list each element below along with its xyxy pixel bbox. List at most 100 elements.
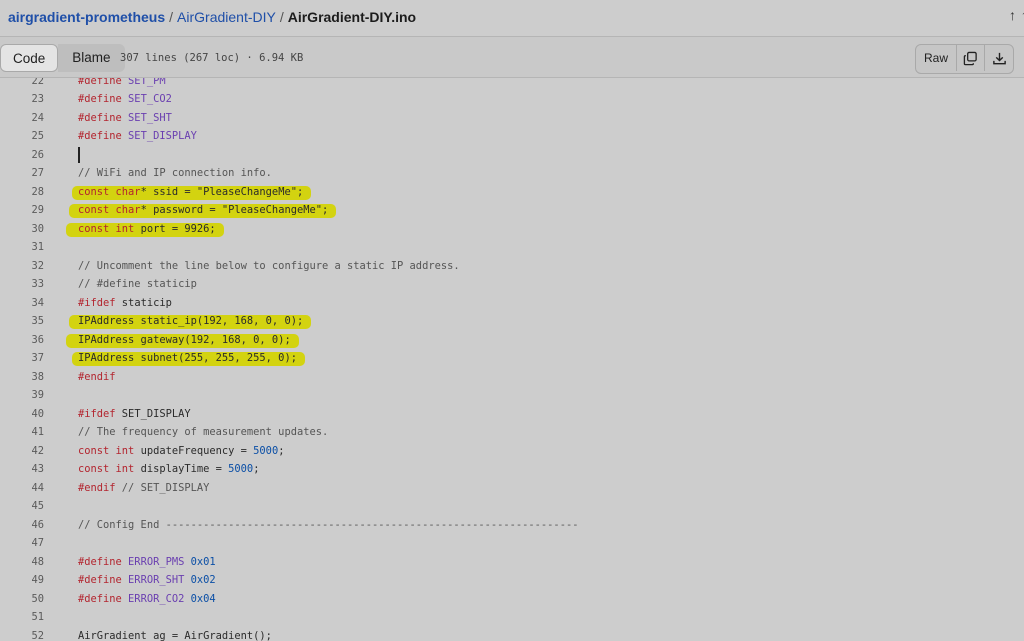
- code-line: 43 const int displayTime = 5000;: [0, 460, 1024, 479]
- line-number[interactable]: 49: [0, 571, 44, 590]
- code-token: * ssid = "PleaseChangeMe";: [140, 185, 304, 198]
- line-number[interactable]: 24: [0, 109, 44, 128]
- code-text: IPAddress gateway(192, 168, 0, 0);: [78, 331, 291, 350]
- code-line: 39: [0, 386, 1024, 405]
- line-number[interactable]: 35: [0, 312, 44, 331]
- raw-button[interactable]: Raw: [916, 45, 957, 71]
- code-text: #define ERROR_SHT 0x02: [78, 571, 216, 590]
- breadcrumb-separator: /: [169, 9, 174, 25]
- code-line: 28 const char* ssid = "PleaseChangeMe";: [0, 183, 1024, 202]
- line-number[interactable]: 30: [0, 220, 44, 239]
- code-line: 50 #define ERROR_CO2 0x04: [0, 590, 1024, 609]
- line-number[interactable]: 40: [0, 405, 44, 424]
- code-text: const int displayTime = 5000;: [78, 460, 259, 479]
- code-text: #ifdef staticip: [78, 294, 172, 313]
- breadcrumb-folder-link[interactable]: AirGradient-DIY: [177, 9, 276, 25]
- code-line: 27 // WiFi and IP connection info.: [0, 164, 1024, 183]
- line-number[interactable]: 52: [0, 627, 44, 641]
- code-text: #define ERROR_CO2 0x04: [78, 590, 216, 609]
- text-cursor: [78, 146, 80, 163]
- line-number[interactable]: 51: [0, 608, 44, 627]
- code-token: #ifdef: [78, 296, 116, 309]
- line-number[interactable]: 23: [0, 90, 44, 109]
- code-line: 25 #define SET_DISPLAY: [0, 127, 1024, 146]
- copy-icon: [963, 51, 977, 65]
- line-number[interactable]: 27: [0, 164, 44, 183]
- code-line: 31: [0, 238, 1024, 257]
- code-text: const char* ssid = "PleaseChangeMe";: [78, 183, 303, 202]
- code-token: ERROR_PMS: [121, 555, 185, 568]
- code-line: 42 const int updateFrequency = 5000;: [0, 442, 1024, 461]
- line-number[interactable]: 47: [0, 534, 44, 553]
- code-line: 37 IPAddress subnet(255, 255, 255, 0);: [0, 349, 1024, 368]
- copy-button[interactable]: [957, 45, 985, 71]
- breadcrumb-file-name: AirGradient-DIY.ino: [287, 9, 417, 25]
- line-number[interactable]: 45: [0, 497, 44, 516]
- line-number[interactable]: 44: [0, 479, 44, 498]
- code-text: #endif: [78, 368, 116, 387]
- code-token: 5000: [228, 463, 254, 475]
- code-text: // WiFi and IP connection info.: [78, 164, 272, 183]
- tab-code[interactable]: Code: [0, 44, 59, 72]
- code-text: #define SET_DISPLAY: [78, 127, 197, 146]
- line-number[interactable]: 36: [0, 331, 44, 350]
- line-number[interactable]: 39: [0, 386, 44, 405]
- line-number[interactable]: 34: [0, 294, 44, 313]
- line-number[interactable]: 22: [0, 78, 44, 90]
- code-text: #define SET_SHT: [78, 109, 172, 128]
- line-number[interactable]: 38: [0, 368, 44, 387]
- line-number[interactable]: 28: [0, 183, 44, 202]
- code-token: ERROR_CO2: [121, 592, 185, 605]
- line-number[interactable]: 50: [0, 590, 44, 609]
- code-text: // Uncomment the line below to configure…: [78, 257, 460, 276]
- file-toolbar: Code Blame 307 lines (267 loc) · 6.94 KB…: [0, 36, 1024, 78]
- code-token: SET_SHT: [121, 111, 172, 124]
- code-token: IPAddress static_ip(192, 168, 0, 0);: [78, 315, 304, 327]
- code-line: 24 #define SET_SHT: [0, 109, 1024, 128]
- download-button[interactable]: [985, 45, 1013, 71]
- code-token: ERROR_SHT: [121, 574, 185, 586]
- code-line: 49 #define ERROR_SHT 0x02: [0, 571, 1024, 590]
- breadcrumb-repo-link[interactable]: airgradient-prometheus: [8, 9, 165, 25]
- code-text: const int port = 9926;: [78, 220, 216, 239]
- code-line: 33 // #define staticip: [0, 275, 1024, 294]
- code-token: #ifdef: [78, 407, 116, 420]
- line-number[interactable]: 43: [0, 460, 44, 479]
- code-line: 34 #ifdef staticip: [0, 294, 1024, 313]
- code-line: 23 #define SET_CO2: [0, 90, 1024, 109]
- line-number[interactable]: 32: [0, 257, 44, 276]
- arrow-up-icon[interactable]: ↑: [1009, 7, 1016, 23]
- code-text: AirGradient ag = AirGradient();: [78, 627, 272, 641]
- line-number[interactable]: 25: [0, 127, 44, 146]
- code-token: updateFrequency =: [134, 444, 254, 457]
- line-number[interactable]: 41: [0, 423, 44, 442]
- view-toggle: Code Blame: [0, 44, 125, 72]
- code-token: #define: [78, 93, 122, 105]
- code-token: const int: [78, 463, 135, 475]
- line-number[interactable]: 29: [0, 201, 44, 220]
- code-token: #endif: [78, 481, 116, 494]
- breadcrumb: airgradient-prometheus / AirGradient-DIY / A…: [8, 0, 416, 36]
- code-viewer: 22 #define SET_PM 23 #define SET_CO2 24 #defi…: [0, 78, 1024, 641]
- line-number[interactable]: 26: [0, 146, 44, 165]
- line-number[interactable]: 31: [0, 238, 44, 257]
- code-line: 45: [0, 497, 1024, 516]
- line-number[interactable]: 33: [0, 275, 44, 294]
- code-line: 47: [0, 534, 1024, 553]
- code-line: 51: [0, 608, 1024, 627]
- code-token: #define: [78, 78, 122, 87]
- line-number[interactable]: 48: [0, 553, 44, 572]
- code-token: const int: [78, 444, 135, 457]
- line-number[interactable]: 37: [0, 349, 44, 368]
- code-line: 38 #endif: [0, 368, 1024, 387]
- code-line: 26: [0, 146, 1024, 165]
- code-token: displayTime =: [134, 463, 229, 475]
- line-number[interactable]: 46: [0, 516, 44, 535]
- code-line: 41 // The frequency of measurement update…: [0, 423, 1024, 442]
- code-token: const char: [78, 185, 141, 198]
- code-line: 22 #define SET_PM: [0, 78, 1024, 90]
- tab-blame[interactable]: Blame: [58, 44, 125, 72]
- code-token: SET_DISPLAY: [121, 130, 197, 142]
- code-text: IPAddress subnet(255, 255, 255, 0);: [78, 349, 297, 368]
- line-number[interactable]: 42: [0, 442, 44, 461]
